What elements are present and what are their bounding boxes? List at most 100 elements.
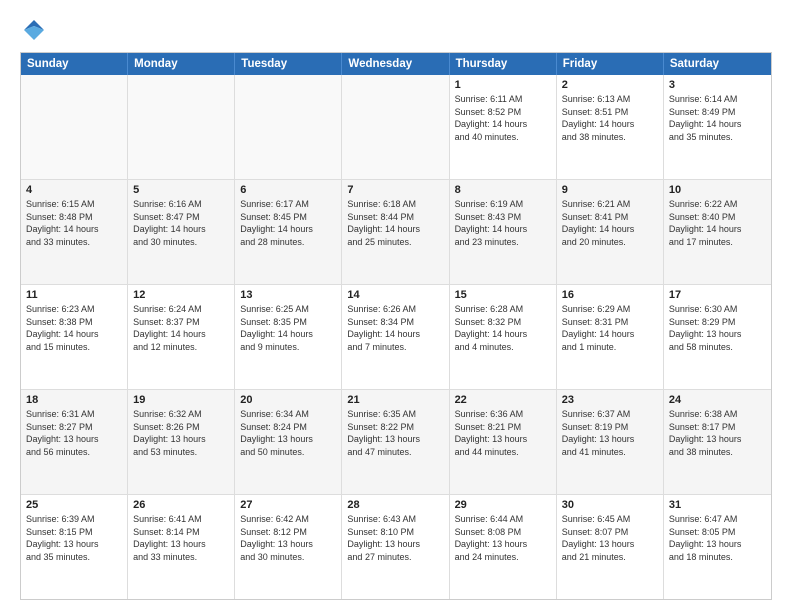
cell-daylight-info: Sunrise: 6:23 AM Sunset: 8:38 PM Dayligh… [26,303,122,353]
cell-daylight-info: Sunrise: 6:47 AM Sunset: 8:05 PM Dayligh… [669,513,766,563]
calendar-cell: 27 Sunrise: 6:42 AM Sunset: 8:12 PM Dayli… [235,495,342,599]
cell-daylight-info: Sunrise: 6:16 AM Sunset: 8:47 PM Dayligh… [133,198,229,248]
cell-daylight-info: Sunrise: 6:38 AM Sunset: 8:17 PM Dayligh… [669,408,766,458]
calendar-row: 25Sunrise: 6:39 AM Sunset: 8:15 PM Dayli… [21,495,771,599]
day-number: 31 [669,499,766,511]
calendar-body: 1 Sunrise: 6:11 AM Sunset: 8:52 PM Daylig… [21,75,771,599]
calendar-row: 18 Sunrise: 6:31 AM Sunset: 8:27 PM Dayli… [21,390,771,495]
calendar-cell: 7 Sunrise: 6:18 AM Sunset: 8:44 PM Daylig… [342,180,449,284]
day-number: 26 [133,499,229,511]
cell-daylight-info: Sunrise: 6:28 AM Sunset: 8:32 PM Dayligh… [455,303,551,353]
calendar-cell: 4 Sunrise: 6:15 AM Sunset: 8:48 PM Daylig… [21,180,128,284]
calendar-cell: 23 Sunrise: 6:37 AM Sunset: 8:19 PM Dayli… [557,390,664,494]
calendar-header-cell: Thursday [450,53,557,75]
cell-daylight-info: Sunrise: 6:39 AM Sunset: 8:15 PM Dayligh… [26,513,122,563]
calendar-header-cell: Friday [557,53,664,75]
calendar-cell: 29 Sunrise: 6:44 AM Sunset: 8:08 PM Dayli… [450,495,557,599]
cell-daylight-info: Sunrise: 6:42 AM Sunset: 8:12 PM Dayligh… [240,513,336,563]
cell-daylight-info: Sunrise: 6:37 AM Sunset: 8:19 PM Dayligh… [562,408,658,458]
day-number: 4 [26,184,122,196]
calendar-cell: 22 Sunrise: 6:36 AM Sunset: 8:21 PM Dayli… [450,390,557,494]
day-number: 23 [562,394,658,406]
calendar-cell: 28Sunrise: 6:43 AM Sunset: 8:10 PM Dayli… [342,495,449,599]
logo-icon [20,16,48,44]
calendar-cell: 8 Sunrise: 6:19 AM Sunset: 8:43 PM Daylig… [450,180,557,284]
logo [20,16,52,44]
day-number: 14 [347,289,443,301]
calendar-cell: 6 Sunrise: 6:17 AM Sunset: 8:45 PM Daylig… [235,180,342,284]
cell-daylight-info: Sunrise: 6:22 AM Sunset: 8:40 PM Dayligh… [669,198,766,248]
cell-daylight-info: Sunrise: 6:21 AM Sunset: 8:41 PM Dayligh… [562,198,658,248]
day-number: 13 [240,289,336,301]
day-number: 29 [455,499,551,511]
day-number: 7 [347,184,443,196]
day-number: 20 [240,394,336,406]
day-number: 8 [455,184,551,196]
calendar-cell: 10 Sunrise: 6:22 AM Sunset: 8:40 PM Dayli… [664,180,771,284]
page: SundayMondayTuesdayWednesdayThursdayFrid… [0,0,792,612]
cell-daylight-info: Sunrise: 6:17 AM Sunset: 8:45 PM Dayligh… [240,198,336,248]
day-number: 2 [562,79,658,91]
day-number: 10 [669,184,766,196]
day-number: 21 [347,394,443,406]
cell-daylight-info: Sunrise: 6:31 AM Sunset: 8:27 PM Dayligh… [26,408,122,458]
calendar-header-cell: Saturday [664,53,771,75]
day-number: 22 [455,394,551,406]
cell-daylight-info: Sunrise: 6:43 AM Sunset: 8:10 PM Dayligh… [347,513,443,563]
day-number: 1 [455,79,551,91]
day-number: 19 [133,394,229,406]
day-number: 30 [562,499,658,511]
calendar-header-cell: Sunday [21,53,128,75]
day-number: 11 [26,289,122,301]
calendar-cell: 13 Sunrise: 6:25 AM Sunset: 8:35 PM Dayli… [235,285,342,389]
cell-daylight-info: Sunrise: 6:24 AM Sunset: 8:37 PM Dayligh… [133,303,229,353]
calendar-header-cell: Monday [128,53,235,75]
calendar-cell: 18 Sunrise: 6:31 AM Sunset: 8:27 PM Dayli… [21,390,128,494]
cell-daylight-info: Sunrise: 6:32 AM Sunset: 8:26 PM Dayligh… [133,408,229,458]
day-number: 12 [133,289,229,301]
day-number: 9 [562,184,658,196]
calendar-cell: 25Sunrise: 6:39 AM Sunset: 8:15 PM Dayli… [21,495,128,599]
cell-daylight-info: Sunrise: 6:25 AM Sunset: 8:35 PM Dayligh… [240,303,336,353]
cell-daylight-info: Sunrise: 6:26 AM Sunset: 8:34 PM Dayligh… [347,303,443,353]
calendar-cell: 17Sunrise: 6:30 AM Sunset: 8:29 PM Dayli… [664,285,771,389]
cell-daylight-info: Sunrise: 6:45 AM Sunset: 8:07 PM Dayligh… [562,513,658,563]
cell-daylight-info: Sunrise: 6:18 AM Sunset: 8:44 PM Dayligh… [347,198,443,248]
calendar-cell: 3Sunrise: 6:14 AM Sunset: 8:49 PM Daylig… [664,75,771,179]
cell-daylight-info: Sunrise: 6:41 AM Sunset: 8:14 PM Dayligh… [133,513,229,563]
calendar-cell: 19 Sunrise: 6:32 AM Sunset: 8:26 PM Dayli… [128,390,235,494]
calendar-header-cell: Tuesday [235,53,342,75]
day-number: 15 [455,289,551,301]
day-number: 16 [562,289,658,301]
day-number: 17 [669,289,766,301]
calendar-cell: 12 Sunrise: 6:24 AM Sunset: 8:37 PM Dayli… [128,285,235,389]
day-number: 18 [26,394,122,406]
calendar-cell: 24 Sunrise: 6:38 AM Sunset: 8:17 PM Dayli… [664,390,771,494]
calendar-cell-empty [342,75,449,179]
calendar-row: 4 Sunrise: 6:15 AM Sunset: 8:48 PM Daylig… [21,180,771,285]
cell-daylight-info: Sunrise: 6:15 AM Sunset: 8:48 PM Dayligh… [26,198,122,248]
cell-daylight-info: Sunrise: 6:34 AM Sunset: 8:24 PM Dayligh… [240,408,336,458]
day-number: 24 [669,394,766,406]
day-number: 5 [133,184,229,196]
cell-daylight-info: Sunrise: 6:29 AM Sunset: 8:31 PM Dayligh… [562,303,658,353]
calendar-cell: 21 Sunrise: 6:35 AM Sunset: 8:22 PM Dayli… [342,390,449,494]
calendar-cell: 30 Sunrise: 6:45 AM Sunset: 8:07 PM Dayli… [557,495,664,599]
day-number: 3 [669,79,766,91]
calendar-cell: 15 Sunrise: 6:28 AM Sunset: 8:32 PM Dayli… [450,285,557,389]
day-number: 27 [240,499,336,511]
cell-daylight-info: Sunrise: 6:36 AM Sunset: 8:21 PM Dayligh… [455,408,551,458]
day-number: 6 [240,184,336,196]
cell-daylight-info: Sunrise: 6:35 AM Sunset: 8:22 PM Dayligh… [347,408,443,458]
calendar-cell: 20 Sunrise: 6:34 AM Sunset: 8:24 PM Dayli… [235,390,342,494]
calendar-header-row: SundayMondayTuesdayWednesdayThursdayFrid… [21,53,771,75]
cell-daylight-info: Sunrise: 6:11 AM Sunset: 8:52 PM Dayligh… [455,93,551,143]
calendar-cell: 31 Sunrise: 6:47 AM Sunset: 8:05 PM Dayli… [664,495,771,599]
calendar-cell: 5 Sunrise: 6:16 AM Sunset: 8:47 PM Daylig… [128,180,235,284]
calendar-cell: 11 Sunrise: 6:23 AM Sunset: 8:38 PM Dayli… [21,285,128,389]
calendar: SundayMondayTuesdayWednesdayThursdayFrid… [20,52,772,600]
calendar-cell: 14 Sunrise: 6:26 AM Sunset: 8:34 PM Dayli… [342,285,449,389]
cell-daylight-info: Sunrise: 6:19 AM Sunset: 8:43 PM Dayligh… [455,198,551,248]
cell-daylight-info: Sunrise: 6:44 AM Sunset: 8:08 PM Dayligh… [455,513,551,563]
calendar-cell-empty [235,75,342,179]
